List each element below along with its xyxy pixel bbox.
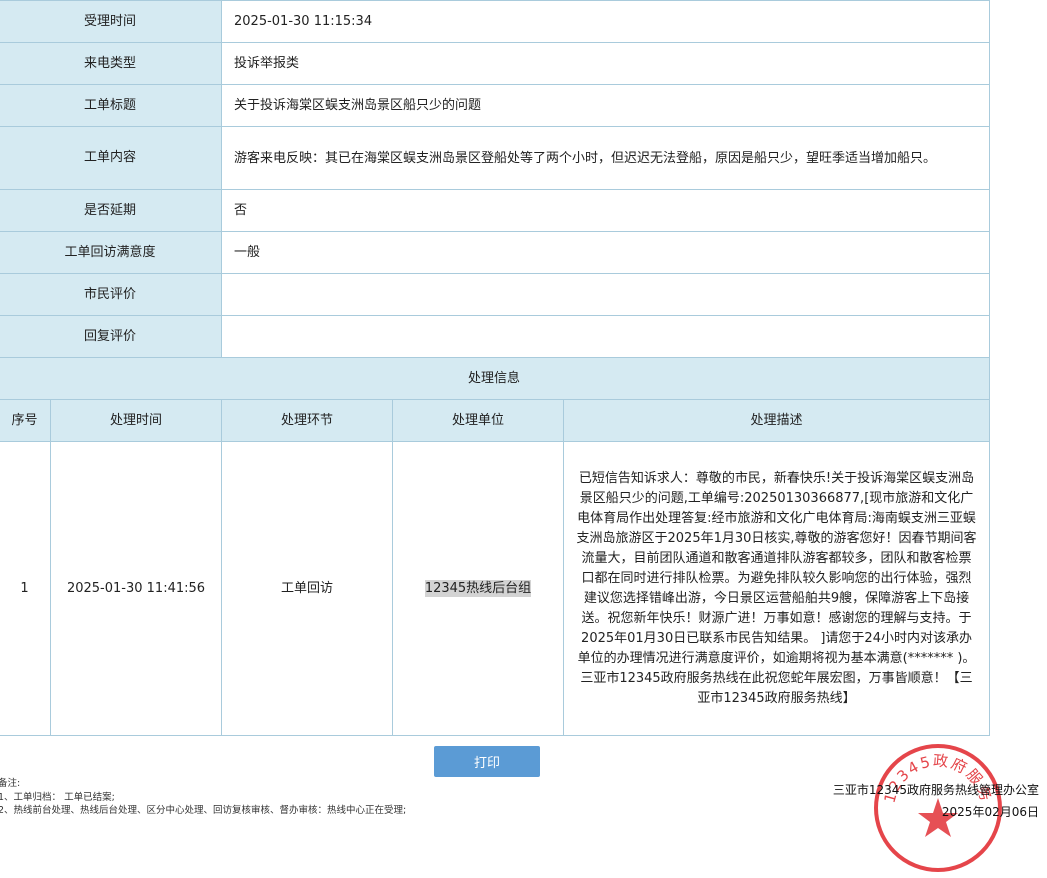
field-value-call-type: 投诉举报类 bbox=[221, 42, 991, 85]
field-label: 来电类型 bbox=[0, 42, 223, 85]
field-label: 回复评价 bbox=[0, 315, 223, 358]
record-description: 已短信告知诉求人：尊敬的市民，新春快乐!关于投诉海棠区蜈支洲岛景区船只少的问题,… bbox=[563, 441, 991, 736]
notes-heading: 备注: bbox=[0, 778, 21, 789]
field-label: 是否延期 bbox=[0, 189, 223, 232]
notes-line: 2、热线前台处理、热线后台处理、区分中心处理、回访复核审核、督办审核：热线中心正… bbox=[0, 805, 407, 816]
office-name: 三亚市12345政府服务热线管理办公室 bbox=[832, 783, 1039, 797]
record-unit-text[interactable]: 12345热线后台组 bbox=[424, 579, 532, 597]
record-step: 工单回访 bbox=[221, 441, 394, 736]
field-label: 工单内容 bbox=[0, 126, 223, 190]
issuing-office: 三亚市12345政府服务热线管理办公室 2025年02月06日 bbox=[833, 779, 1039, 823]
field-label: 工单回访满意度 bbox=[0, 231, 223, 274]
field-value-ticket-content: 游客来电反映：其已在海棠区蜈支洲岛景区登船处等了两个小时，但迟迟无法登船，原因是… bbox=[221, 126, 991, 190]
field-value-satisfaction: 一般 bbox=[221, 231, 991, 274]
process-section-title: 处理信息 bbox=[0, 357, 991, 400]
field-value-extended: 否 bbox=[221, 189, 991, 232]
column-header-time: 处理时间 bbox=[49, 399, 223, 442]
field-value-ticket-title: 关于投诉海棠区蜈支洲岛景区船只少的问题 bbox=[221, 84, 991, 127]
notes: 备注: 1、工单归档： 工单已结案; 2、热线前台处理、热线后台处理、区分中心处… bbox=[0, 777, 406, 818]
record-no: 1 bbox=[0, 441, 51, 736]
record-time: 2025-01-30 11:41:56 bbox=[49, 441, 223, 736]
field-value-reply-rating bbox=[221, 315, 991, 358]
column-header-unit: 处理单位 bbox=[392, 399, 565, 442]
print-button[interactable]: 打印 bbox=[434, 746, 540, 777]
field-label: 工单标题 bbox=[0, 84, 223, 127]
ticket-detail-table: 受理时间 2025-01-30 11:15:34 来电类型 投诉举报类 工单标题… bbox=[0, 0, 991, 736]
record-unit: 12345热线后台组 bbox=[392, 441, 565, 736]
notes-line: 1、工单归档： 工单已结案; bbox=[0, 791, 115, 803]
field-label: 受理时间 bbox=[0, 0, 223, 43]
field-label: 市民评价 bbox=[0, 273, 223, 316]
column-header-desc: 处理描述 bbox=[563, 399, 991, 442]
column-header-step: 处理环节 bbox=[221, 399, 394, 442]
office-date: 2025年02月06日 bbox=[941, 805, 1039, 819]
field-value-accept-time: 2025-01-30 11:15:34 bbox=[221, 0, 991, 43]
column-header-no: 序号 bbox=[0, 399, 51, 442]
table-row: 1 2025-01-30 11:41:56 工单回访 12345热线后台组 已短… bbox=[0, 441, 991, 736]
field-value-citizen-rating bbox=[221, 273, 991, 316]
